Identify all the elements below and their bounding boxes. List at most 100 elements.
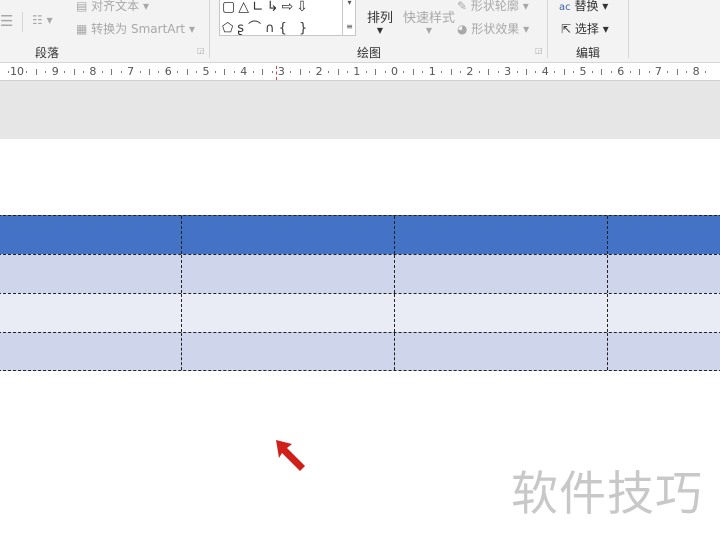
- ruler-tick-mark: [64, 71, 66, 73]
- ruler-tick-mark: [488, 69, 490, 75]
- ruler-tick-mark: [705, 71, 706, 73]
- replace-label: 替换: [574, 0, 599, 13]
- table-cell[interactable]: [182, 255, 395, 293]
- ruler-tick-mark: [403, 71, 405, 73]
- table-cell[interactable]: [395, 333, 608, 370]
- editing-group-label: 编辑: [576, 46, 601, 60]
- ruler-tick-mark: [149, 69, 150, 75]
- ruler-tick-mark: [252, 71, 254, 73]
- replace-button[interactable]: ac 替换 ▾: [559, 0, 608, 14]
- arrange-button[interactable]: 排列 ▼: [367, 7, 393, 35]
- table-cell[interactable]: [0, 255, 182, 293]
- table-cell[interactable]: [608, 294, 720, 332]
- table-cell[interactable]: [608, 255, 720, 293]
- quick-styles-button[interactable]: 快速样式 ▼: [403, 7, 455, 35]
- shape-outline-label: 形状轮廓: [470, 0, 519, 13]
- ruler-tick-label: 4: [541, 65, 549, 78]
- ruler-tick-label: 9: [51, 65, 59, 78]
- select-label: 选择: [574, 22, 599, 36]
- ruler-tick-label: 4: [240, 65, 248, 78]
- ruler-tick-mark: [196, 71, 198, 73]
- select-button[interactable]: ⇱ 选择 ▾: [561, 20, 609, 37]
- ruler-tick-mark: [526, 69, 527, 75]
- ruler-tick-mark: [262, 69, 264, 75]
- ruler-tick-mark: [158, 71, 160, 73]
- table-cell[interactable]: [182, 216, 395, 254]
- ruler-tick-mark: [516, 71, 518, 73]
- ruler-tick-mark: [412, 69, 414, 75]
- ruler-position-marker: [276, 66, 277, 80]
- ruler-tick-mark: [7, 71, 9, 73]
- ruler-tick-mark: [177, 71, 179, 73]
- table-row[interactable]: [0, 332, 720, 371]
- watermark: 软件技巧: [511, 467, 703, 522]
- table-cell[interactable]: [182, 333, 395, 370]
- table-cell[interactable]: [395, 255, 608, 293]
- ruler-tick-label: 10: [10, 65, 24, 78]
- drawing-dialog-launcher-icon[interactable]: ◲: [535, 46, 543, 55]
- convert-smartart-button[interactable]: ▦ 转换为 SmartArt ▾: [76, 20, 195, 37]
- ruler-tick-mark: [120, 71, 122, 73]
- shape-effects-button[interactable]: ◕ 形状效果 ▾: [457, 20, 529, 37]
- ruler-tick-mark: [639, 69, 641, 75]
- ruler-tick-mark: [554, 71, 556, 73]
- ruler-tick-mark: [601, 69, 603, 75]
- align-text-button[interactable]: ▤ 对齐文本 ▾: [76, 0, 149, 14]
- slide-area-margin: [0, 81, 720, 139]
- ruler-tick-mark: [365, 71, 367, 73]
- ruler-tick-label: 8: [89, 65, 97, 78]
- ruler-tick-label: 5: [202, 65, 210, 78]
- ruler-tick-mark: [422, 71, 424, 73]
- shapes-scroll[interactable]: ▾ ≡: [342, 0, 356, 35]
- shape-outline-button[interactable]: ✎ 形状轮廓 ▾: [457, 0, 529, 14]
- ruler-tick-label: 2: [315, 65, 323, 78]
- ruler-tick-mark: [686, 71, 688, 73]
- horizontal-ruler[interactable]: 10 9 8 7 6 5 4 3 2 1 0 1 2 3 4 5 6 7 8: [0, 64, 720, 81]
- ruler-tick-mark: [101, 71, 103, 73]
- ruler-tick-label: 6: [164, 65, 172, 78]
- ruler-tick-mark: [139, 71, 141, 73]
- cursor-icon: ⇱: [561, 22, 572, 36]
- ruler-tick-label: 7: [654, 65, 662, 78]
- shapes-row-icons[interactable]: ▢△∟↳⇨⇩: [222, 0, 311, 15]
- ruler-tick-mark: [573, 71, 575, 73]
- ruler-tick-mark: [648, 71, 650, 73]
- quick-styles-label: 快速样式: [403, 11, 456, 26]
- ruler-tick-mark: [610, 71, 612, 73]
- table-cell[interactable]: [395, 216, 608, 254]
- ruler-tick-mark: [535, 71, 537, 73]
- ruler-tick-label: 0: [391, 65, 398, 78]
- ruler-tick-mark: [214, 71, 216, 73]
- ruler-tick-label: 8: [692, 65, 700, 78]
- table-cell[interactable]: [608, 216, 720, 254]
- paragraph-dialog-launcher-icon[interactable]: ◲: [197, 46, 205, 55]
- ruler-tick-mark: [271, 71, 273, 73]
- table-cell[interactable]: [395, 294, 608, 332]
- ruler-tick-label: 3: [277, 65, 285, 78]
- ruler-tick-mark: [441, 71, 443, 73]
- ruler-tick-mark: [224, 69, 226, 75]
- ruler-tick-mark: [478, 71, 480, 73]
- red-cursor-arrow-icon: [276, 440, 305, 471]
- ruler-tick-mark: [676, 69, 678, 75]
- shapes-gallery[interactable]: ▢△∟↳⇨⇩ ⬠ʂ⌒∩{ } ▾ ≡: [219, 0, 356, 36]
- columns-button[interactable]: ☷ ▾: [32, 13, 53, 27]
- ruler-tick-mark: [460, 71, 461, 73]
- ruler-tick-label: 3: [504, 65, 512, 78]
- ruler-tick-label: 2: [466, 65, 474, 78]
- paragraph-align-icon[interactable]: ☰: [0, 12, 13, 30]
- ruler-tick-mark: [309, 71, 311, 73]
- table-row[interactable]: [0, 293, 720, 332]
- table-header-row[interactable]: [0, 215, 720, 254]
- ruler-tick-mark: [563, 69, 565, 75]
- shapes-row2-icons[interactable]: ⬠ʂ⌒∩{ }: [222, 17, 311, 36]
- table-cell[interactable]: [182, 294, 395, 332]
- ruler-tick-mark: [186, 69, 188, 75]
- slide-table[interactable]: [0, 215, 720, 371]
- table-cell[interactable]: [608, 333, 720, 370]
- table-cell[interactable]: [0, 333, 182, 370]
- ruler-tick-mark: [83, 71, 84, 73]
- table-cell[interactable]: [0, 294, 182, 332]
- table-cell[interactable]: [0, 216, 182, 254]
- table-row[interactable]: [0, 254, 720, 293]
